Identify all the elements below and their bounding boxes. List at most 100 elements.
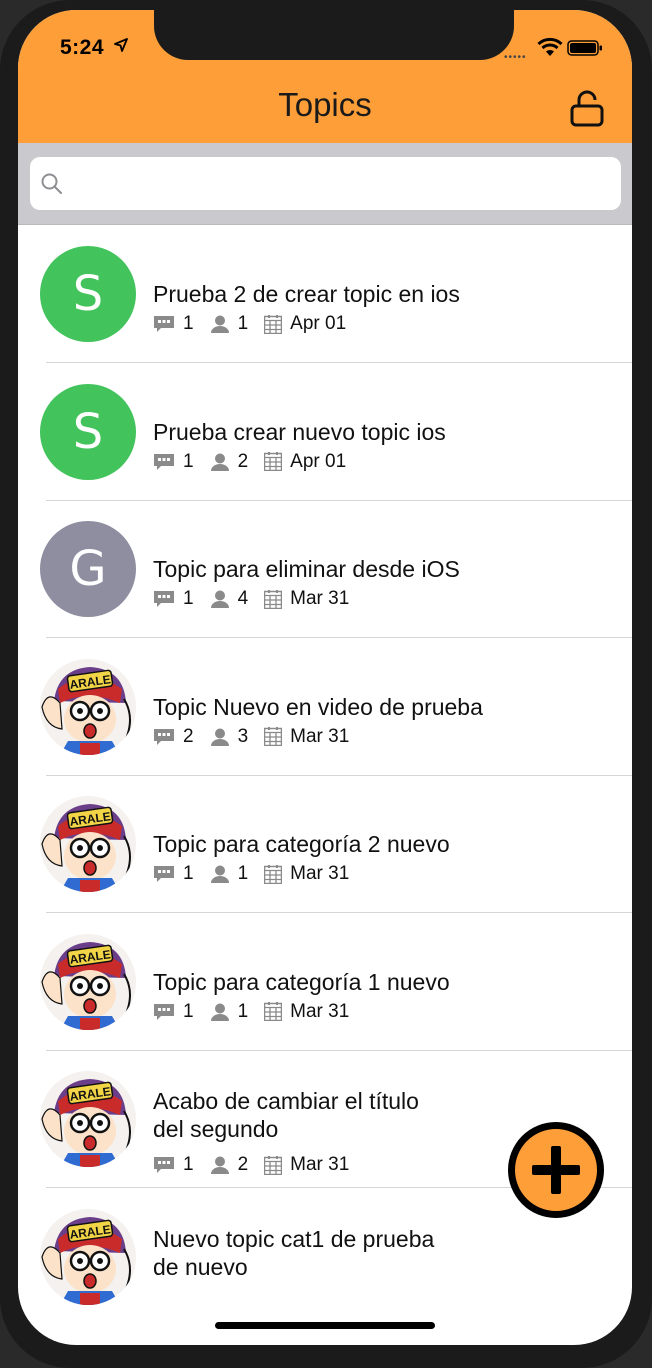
user-icon: [210, 865, 229, 883]
topic-meta: 1 1 Mar 31: [153, 863, 365, 885]
topic-row[interactable]: ARALE Topic para categoría 1 nuevo 1 1 Mar 3…: [18, 913, 632, 1051]
topic-avatar: G: [40, 521, 136, 617]
search-icon: [41, 173, 62, 194]
arale-avatar-image: ARALE: [40, 1071, 136, 1167]
topic-title-line: de nuevo: [153, 1253, 248, 1280]
arale-avatar-image: ARALE: [40, 1208, 136, 1305]
topic-avatar: ARALE: [40, 658, 136, 755]
topic-meta: 2 3 Mar 31: [153, 726, 365, 748]
user-count: 4: [237, 588, 249, 609]
comment-icon: [154, 1003, 174, 1020]
user-icon: [210, 453, 229, 471]
comment-icon: [154, 728, 174, 745]
topic-title-line: Prueba crear nuevo topic ios: [153, 418, 446, 445]
user-count: 2: [237, 450, 249, 472]
search-bar: [18, 143, 632, 225]
topic-date: Mar 31: [290, 588, 350, 609]
comment-count: 2: [183, 725, 194, 747]
home-indicator[interactable]: [215, 1322, 435, 1329]
topic-avatar: ARALE: [40, 796, 136, 892]
comment-icon: [154, 591, 174, 607]
user-icon: [210, 1003, 229, 1021]
calendar-icon: [264, 727, 283, 746]
topic-row[interactable]: ARALE Topic para categoría 2 nuevo 1 1 Mar 3…: [18, 775, 632, 913]
signal-dots: •••••: [504, 52, 527, 63]
topic-date: Mar 31: [290, 725, 350, 747]
comment-count: 1: [183, 450, 194, 472]
comment-count: 1: [183, 863, 194, 884]
search-input[interactable]: [30, 157, 621, 210]
comment-icon: [154, 1157, 174, 1173]
user-icon: [210, 315, 229, 333]
topic-avatar: ARALE: [40, 1071, 136, 1167]
topic-avatar: ARALE: [40, 1208, 136, 1305]
battery-icon: [567, 40, 602, 56]
topic-row[interactable]: G Topic para eliminar desde iOS 1 4 Mar 31: [18, 500, 632, 638]
user-icon: [210, 728, 229, 746]
calendar-icon: [264, 1155, 283, 1175]
topic-avatar: S: [40, 383, 136, 480]
topic-row[interactable]: S Prueba 2 de crear topic en ios 1 1 Apr 01: [18, 225, 632, 363]
user-count: 1: [237, 863, 249, 884]
topic-title: Acabo de cambiar el título del segundo: [153, 1087, 419, 1143]
comment-count: 1: [183, 313, 194, 334]
comment-icon: [154, 316, 174, 332]
topic-title: Topic para categoría 1 nuevo: [153, 968, 450, 996]
comment-icon: [154, 453, 174, 470]
topic-title-line: Topic para categoría 1 nuevo: [153, 968, 450, 995]
comment-icon: [154, 866, 174, 882]
status-time: 5:24: [60, 36, 105, 59]
topic-date: Mar 31: [290, 1000, 350, 1022]
calendar-icon: [264, 314, 283, 334]
comment-count: 1: [183, 1154, 194, 1175]
comment-count: 1: [183, 1000, 194, 1022]
topic-title: Nuevo topic cat1 de prueba de nuevo: [153, 1225, 434, 1281]
topic-title: Topic Nuevo en video de prueba: [153, 693, 483, 721]
topic-row[interactable]: ARALE Topic Nuevo en video de prueba 2 3 Mar…: [18, 638, 632, 776]
user-count: 1: [237, 1000, 249, 1022]
topic-title-line: Acabo de cambiar el título: [153, 1088, 419, 1114]
topic-meta: 1 4 Mar 31: [153, 588, 365, 610]
topic-date: Mar 31: [290, 1154, 350, 1175]
topic-meta: 1 1 Mar 31: [153, 1001, 365, 1023]
calendar-icon: [264, 1002, 283, 1021]
device-notch: [154, 10, 514, 60]
topic-title-line: del segundo: [153, 1116, 279, 1142]
avatar-letter: S: [72, 266, 104, 322]
location-arrow-icon: [114, 38, 128, 52]
arale-avatar-image: ARALE: [40, 796, 136, 892]
topic-title-line: Topic para categoría 2 nuevo: [153, 831, 450, 857]
user-icon: [210, 1156, 229, 1174]
topic-meta: 1 1 Apr 01: [153, 313, 362, 335]
user-count: 3: [237, 725, 249, 747]
topic-title: Prueba crear nuevo topic ios: [153, 418, 446, 446]
avatar-letter: G: [69, 541, 107, 597]
arale-avatar-image: ARALE: [40, 658, 136, 755]
add-topic-button[interactable]: [508, 1122, 604, 1218]
topic-title-line: Prueba 2 de crear topic en ios: [153, 281, 460, 307]
topic-date: Mar 31: [290, 863, 350, 884]
topic-avatar: S: [40, 246, 136, 342]
topic-meta: 1 2 Mar 31: [153, 1154, 365, 1176]
topic-meta: 1 2 Apr 01: [153, 451, 362, 473]
page-title: Topics: [278, 86, 372, 123]
plus-icon: [532, 1146, 580, 1194]
topic-title: Topic para eliminar desde iOS: [153, 555, 460, 583]
topic-title-line: Topic Nuevo en video de prueba: [153, 693, 483, 720]
comment-count: 1: [183, 588, 194, 609]
wifi-icon: [537, 37, 563, 56]
topic-title: Prueba 2 de crear topic en ios: [153, 280, 460, 308]
unlock-icon[interactable]: [569, 90, 605, 128]
app-screen: 5:24 ••••• Topics S Prueba 2 de crear to…: [18, 10, 632, 1345]
device-frame: 5:24 ••••• Topics S Prueba 2 de crear to…: [0, 0, 652, 1368]
calendar-icon: [264, 589, 283, 609]
topic-row[interactable]: S Prueba crear nuevo topic ios 1 2 Apr 01: [18, 363, 632, 501]
topic-date: Apr 01: [290, 450, 347, 472]
user-count: 1: [237, 313, 249, 334]
topic-title-line: Nuevo topic cat1 de prueba: [153, 1225, 435, 1252]
user-count: 2: [237, 1154, 249, 1175]
topic-title-line: Topic para eliminar desde iOS: [153, 556, 460, 582]
arale-avatar-image: ARALE: [40, 933, 136, 1030]
calendar-icon: [264, 864, 283, 884]
topic-title: Topic para categoría 2 nuevo: [153, 830, 450, 858]
